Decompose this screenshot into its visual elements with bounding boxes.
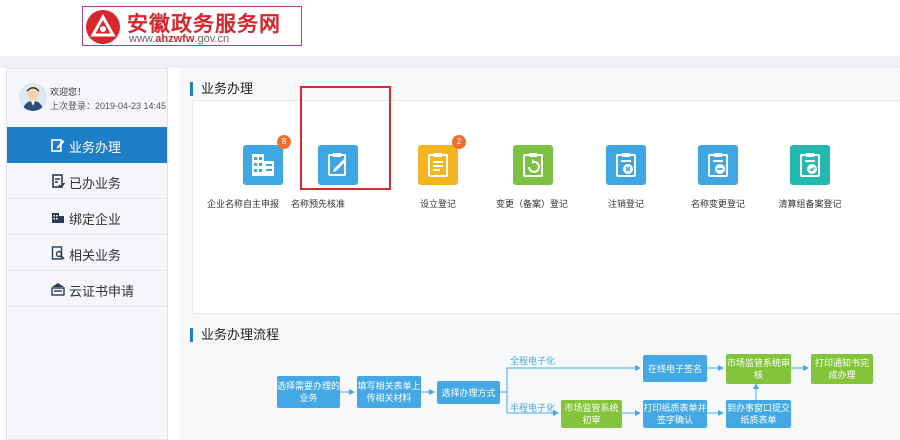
sidebar-item-business[interactable]: 业务办理: [7, 127, 167, 163]
site-logo[interactable]: 安徽政务服务网 www.ahzwfw.gov.cn: [82, 6, 302, 46]
flow-step-print-paper-form: 打印纸质表单并签字确认: [643, 400, 707, 428]
flow-label-full-electronic: 全程电子化: [510, 356, 556, 366]
sidebar-item-label: 业务办理: [69, 140, 122, 155]
header-divider: [0, 56, 900, 68]
sidebar-item-bind-company[interactable]: 绑定企业: [7, 199, 167, 235]
sidebar-item-label: 相关业务: [69, 248, 122, 263]
document-check-icon: [52, 174, 65, 188]
flow-step-fill-forms: 填写相关表单上传相关材料: [357, 376, 421, 408]
logo-emblem-icon: [86, 10, 120, 44]
flow-label-half-electronic: 半程电子化: [510, 403, 556, 413]
flow-step-print-notice: 打印通知书完成办理: [811, 354, 873, 384]
building-icon: [52, 213, 64, 223]
last-login-text: 上次登录：2019-04-23 14:45: [50, 101, 167, 111]
flow-step-market-review: 市场监管系统审核: [726, 354, 791, 384]
sidebar-item-label: 云证书申请: [69, 284, 135, 299]
flow-step-choose-method: 选择办理方式: [437, 381, 500, 404]
sidebar: 欢迎您！ 上次登录：2019-04-23 14:45 业务办理 已办业务 绑定企…: [6, 68, 168, 440]
sidebar-item-label: 已办业务: [69, 176, 122, 191]
site-header: 安徽政务服务网 www.ahzwfw.gov.cn: [0, 0, 900, 56]
logo-url: www.ahzwfw.gov.cn: [129, 33, 230, 45]
search-document-icon: [51, 246, 65, 260]
avatar: [19, 83, 47, 111]
user-welcome-text: 欢迎您！: [50, 87, 87, 97]
edit-icon: [51, 139, 65, 152]
certificate-icon: [51, 283, 65, 296]
sidebar-item-completed[interactable]: 已办业务: [7, 163, 167, 199]
sidebar-item-cloud-cert[interactable]: 云证书申请: [7, 271, 167, 307]
main-content: 业务办理 8 企业名称自主申报 名称预先核准 2 设立登记 变更（备案）登记 注…: [180, 68, 900, 440]
flow-step-online-signature: 在线电子签名: [643, 355, 707, 382]
flow-step-select-business: 选择需要办理的业务: [277, 376, 340, 408]
sidebar-item-label: 绑定企业: [69, 212, 122, 227]
selected-tile-highlight: [300, 86, 391, 190]
flow-step-window-submission: 到办事窗口提交纸质表单: [726, 400, 791, 428]
sidebar-item-related[interactable]: 相关业务: [7, 235, 167, 271]
user-info: 欢迎您！ 上次登录：2019-04-23 14:45: [7, 69, 167, 125]
flow-step-market-initial-review: 市场监管系统初审: [561, 400, 622, 428]
